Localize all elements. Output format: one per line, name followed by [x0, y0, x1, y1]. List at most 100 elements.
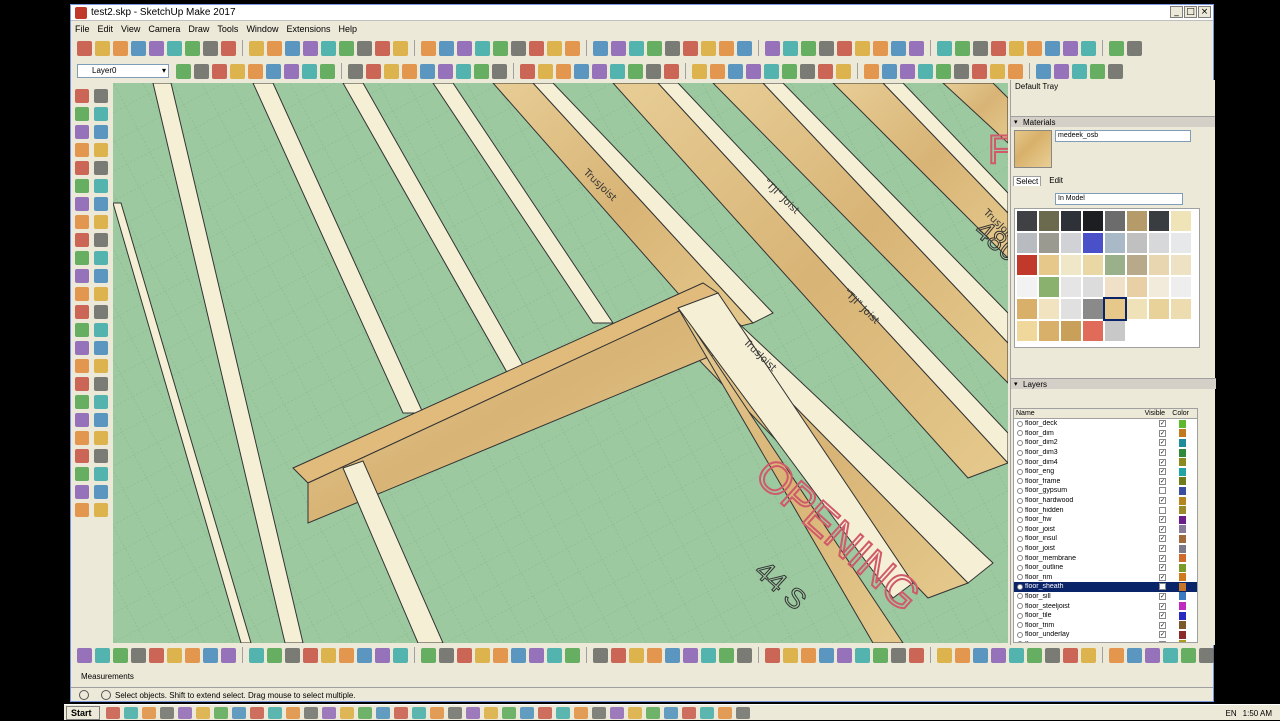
tool-icon[interactable] — [873, 40, 888, 56]
tool-icon[interactable] — [321, 40, 336, 56]
tool-icon[interactable] — [719, 40, 734, 56]
tool-icon[interactable] — [990, 63, 1005, 79]
layer-name[interactable]: floor_eng — [1025, 468, 1151, 475]
tool-icon[interactable] — [94, 485, 108, 499]
material-swatch[interactable] — [1083, 211, 1103, 231]
active-layer-radio[interactable] — [1017, 574, 1023, 581]
taskbar-app-icon[interactable] — [250, 706, 264, 719]
tool-icon[interactable] — [221, 647, 236, 663]
tool-icon[interactable] — [393, 647, 408, 663]
tool-icon[interactable] — [320, 63, 335, 79]
tool-icon[interactable] — [167, 40, 182, 56]
tool-icon[interactable] — [249, 40, 264, 56]
tool-icon[interactable] — [529, 647, 544, 663]
layer-row[interactable]: floor_tile ✓ — [1014, 611, 1197, 621]
tool-icon[interactable] — [511, 40, 526, 56]
taskbar-app-icon[interactable] — [646, 706, 660, 719]
tool-icon[interactable] — [492, 63, 507, 79]
layer-visible-checkbox[interactable]: ✓ — [1159, 439, 1166, 447]
layer-name[interactable]: floor_sheath — [1025, 583, 1151, 590]
tool-icon[interactable] — [710, 63, 725, 79]
tool-icon[interactable] — [764, 63, 779, 79]
tool-icon[interactable] — [991, 40, 1006, 56]
material-swatch[interactable] — [1127, 299, 1147, 319]
tool-icon[interactable] — [94, 341, 108, 355]
layer-color-swatch[interactable] — [1179, 448, 1186, 457]
tool-icon[interactable] — [855, 647, 870, 663]
layer-name[interactable]: floor_joist — [1025, 545, 1151, 552]
layer-visible-checkbox[interactable]: ✓ — [1159, 468, 1166, 476]
active-layer-radio[interactable] — [1017, 641, 1023, 642]
tool-icon[interactable] — [972, 63, 987, 79]
active-layer-radio[interactable] — [1017, 430, 1023, 437]
layer-row[interactable]: floor_membrane ✓ — [1014, 553, 1197, 563]
tool-icon[interactable] — [909, 40, 924, 56]
layer-visible-checkbox[interactable]: ✓ — [1159, 554, 1166, 562]
layer-name[interactable]: floor_rim — [1025, 574, 1151, 581]
layer-visible-checkbox[interactable]: ✓ — [1159, 592, 1166, 600]
taskbar-app-icon[interactable] — [214, 706, 228, 719]
layer-name[interactable]: floor_underlay — [1025, 631, 1151, 638]
material-swatch[interactable] — [1171, 233, 1191, 253]
layer-visible-checkbox[interactable] — [1159, 487, 1166, 495]
tool-icon[interactable] — [303, 40, 318, 56]
layer-color-swatch[interactable] — [1179, 602, 1186, 611]
taskbar-app-icon[interactable] — [682, 706, 696, 719]
layer-name[interactable]: floor_joist — [1025, 526, 1151, 533]
tool-icon[interactable] — [664, 63, 679, 79]
tool-icon[interactable] — [267, 40, 282, 56]
tool-icon[interactable] — [973, 647, 988, 663]
layer-visible-checkbox[interactable]: ✓ — [1159, 497, 1166, 505]
tool-icon[interactable] — [357, 40, 372, 56]
layer-name[interactable]: floor_trim — [1025, 622, 1151, 629]
material-swatch[interactable] — [1083, 299, 1103, 319]
tool-icon[interactable] — [474, 63, 489, 79]
tool-icon[interactable] — [75, 359, 89, 373]
taskbar-app-icon[interactable] — [700, 706, 714, 719]
taskbar-app-icon[interactable] — [466, 706, 480, 719]
tool-icon[interactable] — [565, 40, 580, 56]
active-layer-radio[interactable] — [1017, 622, 1023, 629]
layer-row[interactable]: floor_frame ✓ — [1014, 477, 1197, 487]
tool-icon[interactable] — [683, 40, 698, 56]
material-swatch[interactable] — [1171, 299, 1191, 319]
taskbar-app-icon[interactable] — [358, 706, 372, 719]
layer-row[interactable]: floor_joist ✓ — [1014, 544, 1197, 554]
tool-icon[interactable] — [909, 647, 924, 663]
taskbar-app-icon[interactable] — [628, 706, 642, 719]
tool-icon[interactable] — [592, 63, 607, 79]
tool-icon[interactable] — [873, 647, 888, 663]
material-swatch[interactable] — [1017, 277, 1037, 297]
layer-name[interactable]: floor_steeljoist — [1025, 603, 1151, 610]
column-name[interactable]: Name — [1014, 409, 1145, 418]
tool-icon[interactable] — [94, 323, 108, 337]
active-layer-radio[interactable] — [1017, 420, 1023, 427]
tool-icon[interactable] — [248, 63, 263, 79]
material-swatch[interactable] — [1061, 321, 1081, 341]
tool-icon[interactable] — [75, 269, 89, 283]
tool-icon[interactable] — [393, 40, 408, 56]
tool-icon[interactable] — [1163, 647, 1178, 663]
layer-row[interactable]: floor_hardwood ✓ — [1014, 496, 1197, 506]
layer-color-swatch[interactable] — [1179, 506, 1186, 515]
taskbar-app-icon[interactable] — [502, 706, 516, 719]
tool-icon[interactable] — [1127, 40, 1142, 56]
layer-visible-checkbox[interactable] — [1159, 506, 1166, 514]
tool-icon[interactable] — [75, 89, 89, 103]
tool-icon[interactable] — [1108, 63, 1123, 79]
material-swatch[interactable] — [1017, 299, 1037, 319]
tool-icon[interactable] — [266, 63, 281, 79]
layer-name[interactable]: floor_hw — [1025, 516, 1151, 523]
tool-icon[interactable] — [511, 647, 526, 663]
material-swatch[interactable] — [1061, 211, 1081, 231]
tool-icon[interactable] — [384, 63, 399, 79]
materials-panel-header[interactable]: Materials — [1011, 116, 1215, 128]
tool-icon[interactable] — [1063, 647, 1078, 663]
layer-name[interactable]: floor_gypsum — [1025, 487, 1151, 494]
tool-icon[interactable] — [836, 63, 851, 79]
taskbar-app-icon[interactable] — [142, 706, 156, 719]
taskbar-app-icon[interactable] — [304, 706, 318, 719]
layer-name[interactable]: floor_dim — [1025, 430, 1151, 437]
tool-icon[interactable] — [75, 143, 89, 157]
taskbar-app-icon[interactable] — [448, 706, 462, 719]
